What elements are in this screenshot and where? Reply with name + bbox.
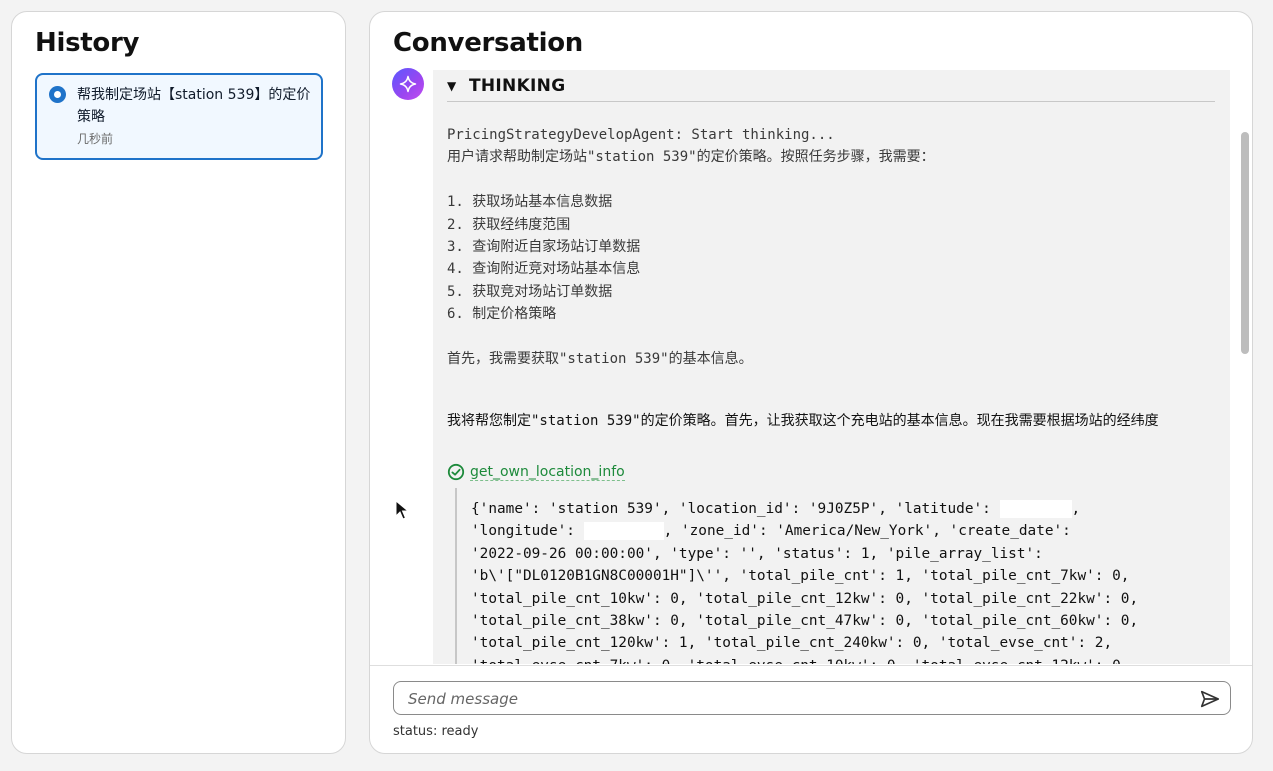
check-circle-icon	[447, 463, 465, 481]
thinking-content: PricingStrategyDevelopAgent: Start think…	[447, 127, 935, 368]
tool-result-prefix: {'name': 'station 539', 'location_id': '…	[471, 501, 1000, 517]
conversation-title: Conversation	[393, 28, 583, 58]
send-icon[interactable]	[1199, 688, 1221, 710]
scrollbar-thumb[interactable]	[1241, 132, 1249, 354]
composer-divider	[370, 665, 1252, 666]
redacted-latitude	[999, 500, 1072, 518]
tool-result-text: {'name': 'station 539', 'location_id': '…	[471, 498, 1230, 664]
tool-call[interactable]: get_own_location_info	[447, 461, 625, 483]
assistant-summary: 我将帮您制定"station 539"的定价策略。首先，让我获取这个充电站的基本…	[447, 413, 1159, 429]
message-input[interactable]	[406, 687, 1180, 711]
history-panel: History 帮我制定场站【station 539】的定价策略 几秒前	[11, 11, 346, 754]
conversation-panel: Conversation ▼ THINKING PricingStrategyD…	[369, 11, 1253, 754]
tool-result-rest: , 'zone_id': 'America/New_York', 'create…	[471, 523, 1139, 664]
history-item-title: 帮我制定场站【station 539】的定价策略	[77, 87, 311, 125]
tool-result: {'name': 'station 539', 'location_id': '…	[455, 488, 1230, 664]
triangle-down-icon[interactable]: ▼	[447, 79, 456, 93]
message-composer[interactable]	[393, 681, 1231, 715]
status-text: status: ready	[393, 724, 479, 739]
history-item-time: 几秒前	[77, 132, 114, 146]
history-item[interactable]: 帮我制定场站【station 539】的定价策略 几秒前	[35, 73, 323, 160]
mouse-cursor-icon	[395, 500, 409, 520]
tool-name-link[interactable]: get_own_location_info	[470, 464, 625, 481]
thinking-label: THINKING	[469, 76, 566, 96]
radio-selected-icon[interactable]	[49, 86, 66, 103]
sparkle-icon	[392, 68, 424, 100]
sparkle-glyph	[399, 75, 417, 93]
assistant-message: ▼ THINKING PricingStrategyDevelopAgent: …	[433, 70, 1230, 664]
thinking-toggle[interactable]: ▼ THINKING	[447, 76, 1215, 102]
history-title: History	[35, 28, 140, 58]
redacted-longitude	[583, 522, 664, 541]
message-scroll-area[interactable]: ▼ THINKING PricingStrategyDevelopAgent: …	[370, 68, 1252, 664]
